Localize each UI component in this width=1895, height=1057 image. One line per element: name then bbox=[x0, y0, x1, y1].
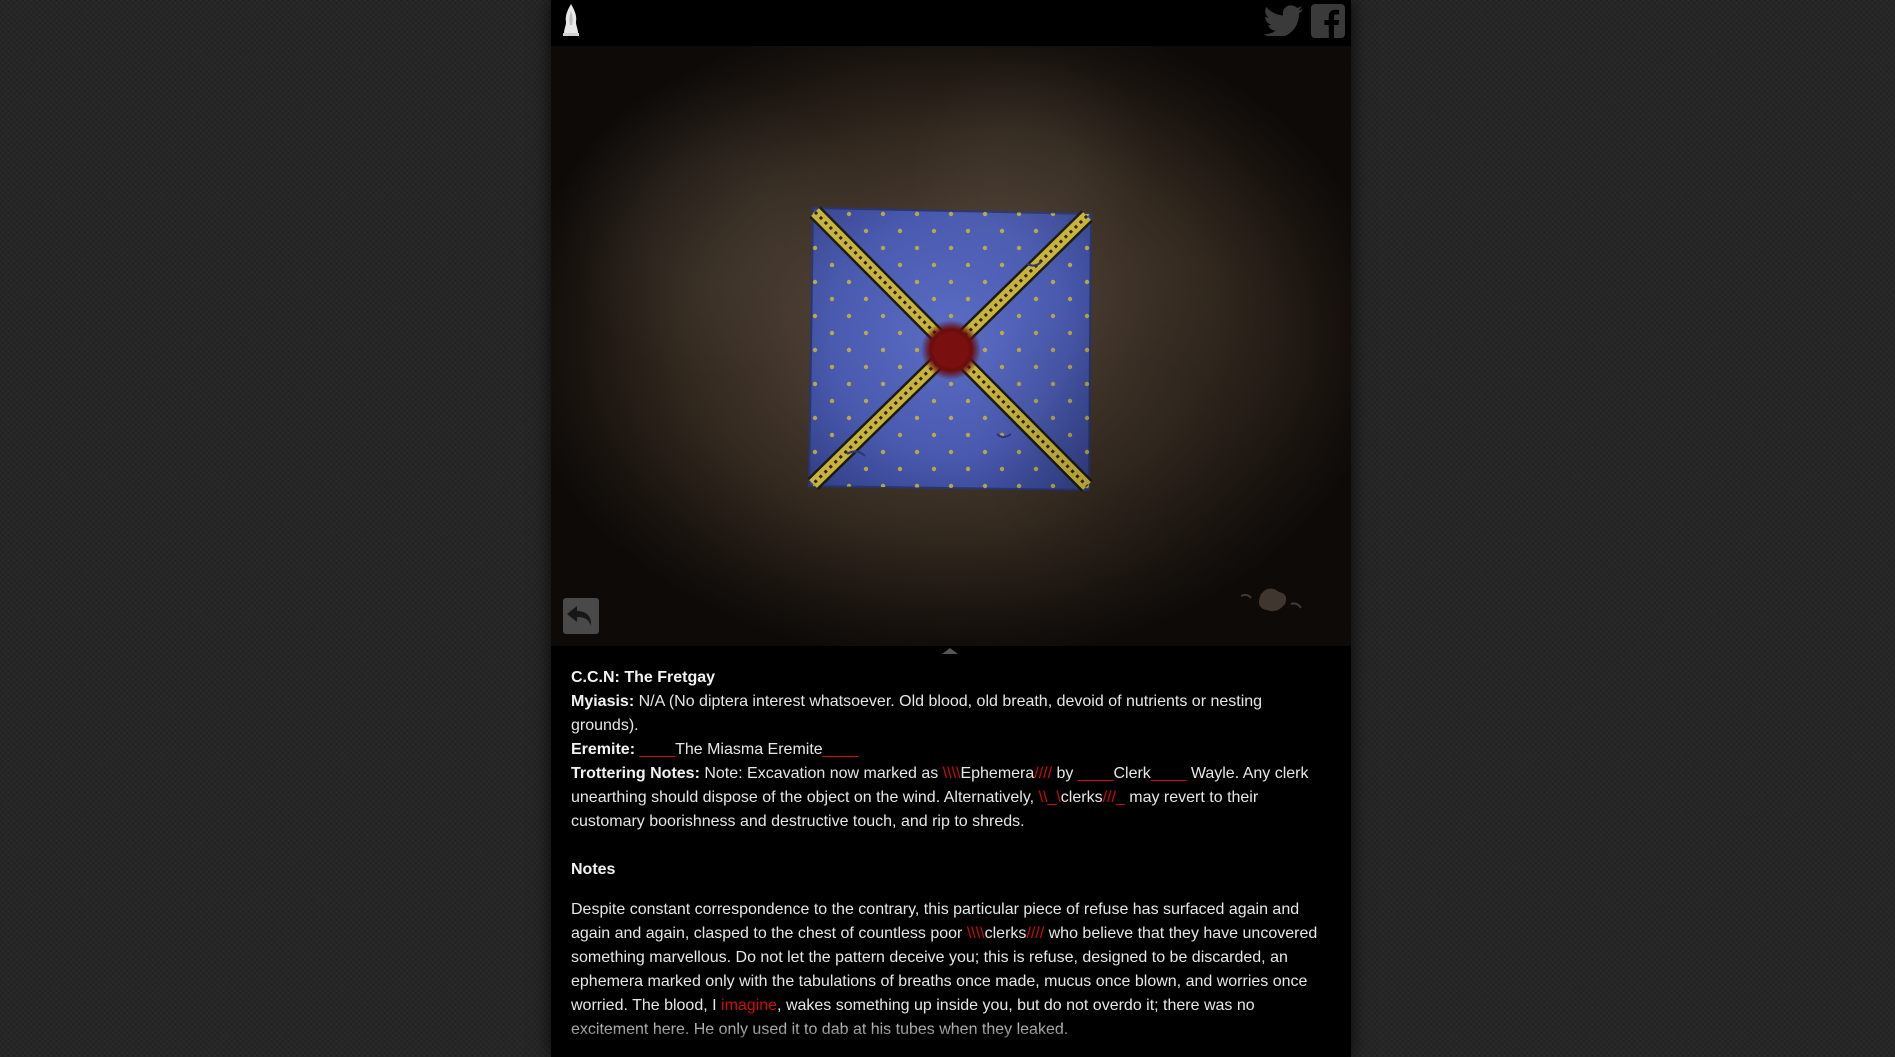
eremite-redaction-pre: ____ bbox=[635, 741, 676, 758]
entry-details: C.C.N: The Fretgay Myiasis: N/A (No dipt… bbox=[571, 666, 1331, 1042]
myiasis-line: Myiasis: N/A (No diptera interest whatso… bbox=[571, 690, 1331, 738]
tn-redaction-1: \\\\ bbox=[942, 765, 961, 782]
notes-redaction-2: //// bbox=[1026, 925, 1045, 942]
main-panel: C.C.N: The Fretgay Myiasis: N/A (No dipt… bbox=[551, 0, 1351, 1057]
notes-heading: Notes bbox=[571, 861, 616, 878]
eremite-label: Eremite: bbox=[571, 741, 636, 758]
eremite-redaction-post: ____ bbox=[822, 741, 859, 758]
tn-text-6: clerks bbox=[1060, 789, 1103, 806]
eremite-line: Eremite: ____The Miasma Eremite____ bbox=[571, 738, 1331, 762]
tn-text-1: Note: Excavation now marked as bbox=[699, 765, 943, 782]
notes-body: Despite constant correspondence to the c… bbox=[571, 898, 1331, 1042]
ccn-label: C.C.N: bbox=[571, 669, 620, 686]
eremite-value: The Miasma Eremite bbox=[675, 741, 823, 758]
notes-text-2: clerks bbox=[984, 925, 1027, 942]
wax-stain-decoration bbox=[1240, 588, 1302, 612]
tn-redaction-3: ____ bbox=[1077, 765, 1114, 782]
tn-redaction-6: ///_ bbox=[1102, 789, 1125, 806]
tn-text-4: Clerk bbox=[1113, 765, 1151, 782]
collapse-caret-icon[interactable] bbox=[942, 648, 958, 654]
tn-redaction-4: ____ bbox=[1150, 765, 1187, 782]
tn-redaction-5: \\_\ bbox=[1038, 789, 1061, 806]
myiasis-label: Myiasis: bbox=[571, 693, 635, 710]
tn-redaction-2: //// bbox=[1034, 765, 1053, 782]
ccn-line: C.C.N: The Fretgay bbox=[571, 666, 1331, 690]
notes-redaction-1: \\\\ bbox=[966, 925, 985, 942]
undo-arrow-icon bbox=[567, 606, 592, 626]
notes-emphasis-imagine: imagine bbox=[721, 997, 778, 1014]
twitter-bird-icon[interactable] bbox=[1263, 4, 1305, 36]
myiasis-value: N/A (No diptera interest whatsoever. Old… bbox=[571, 693, 1263, 734]
top-bar bbox=[551, 0, 1351, 46]
trottering-label: Trottering Notes: bbox=[571, 765, 700, 782]
tn-text-2: Ephemera bbox=[960, 765, 1035, 782]
trottering-notes-line: Trottering Notes: Note: Excavation now m… bbox=[571, 762, 1331, 834]
blue-handkerchief-image[interactable] bbox=[807, 204, 1097, 494]
artifact-viewer bbox=[551, 46, 1351, 646]
facebook-f-icon[interactable] bbox=[1311, 4, 1345, 38]
back-button[interactable] bbox=[563, 598, 599, 634]
candle-flame-icon[interactable] bbox=[559, 2, 583, 38]
tn-text-3: by bbox=[1052, 765, 1078, 782]
ccn-value: The Fretgay bbox=[624, 669, 716, 686]
